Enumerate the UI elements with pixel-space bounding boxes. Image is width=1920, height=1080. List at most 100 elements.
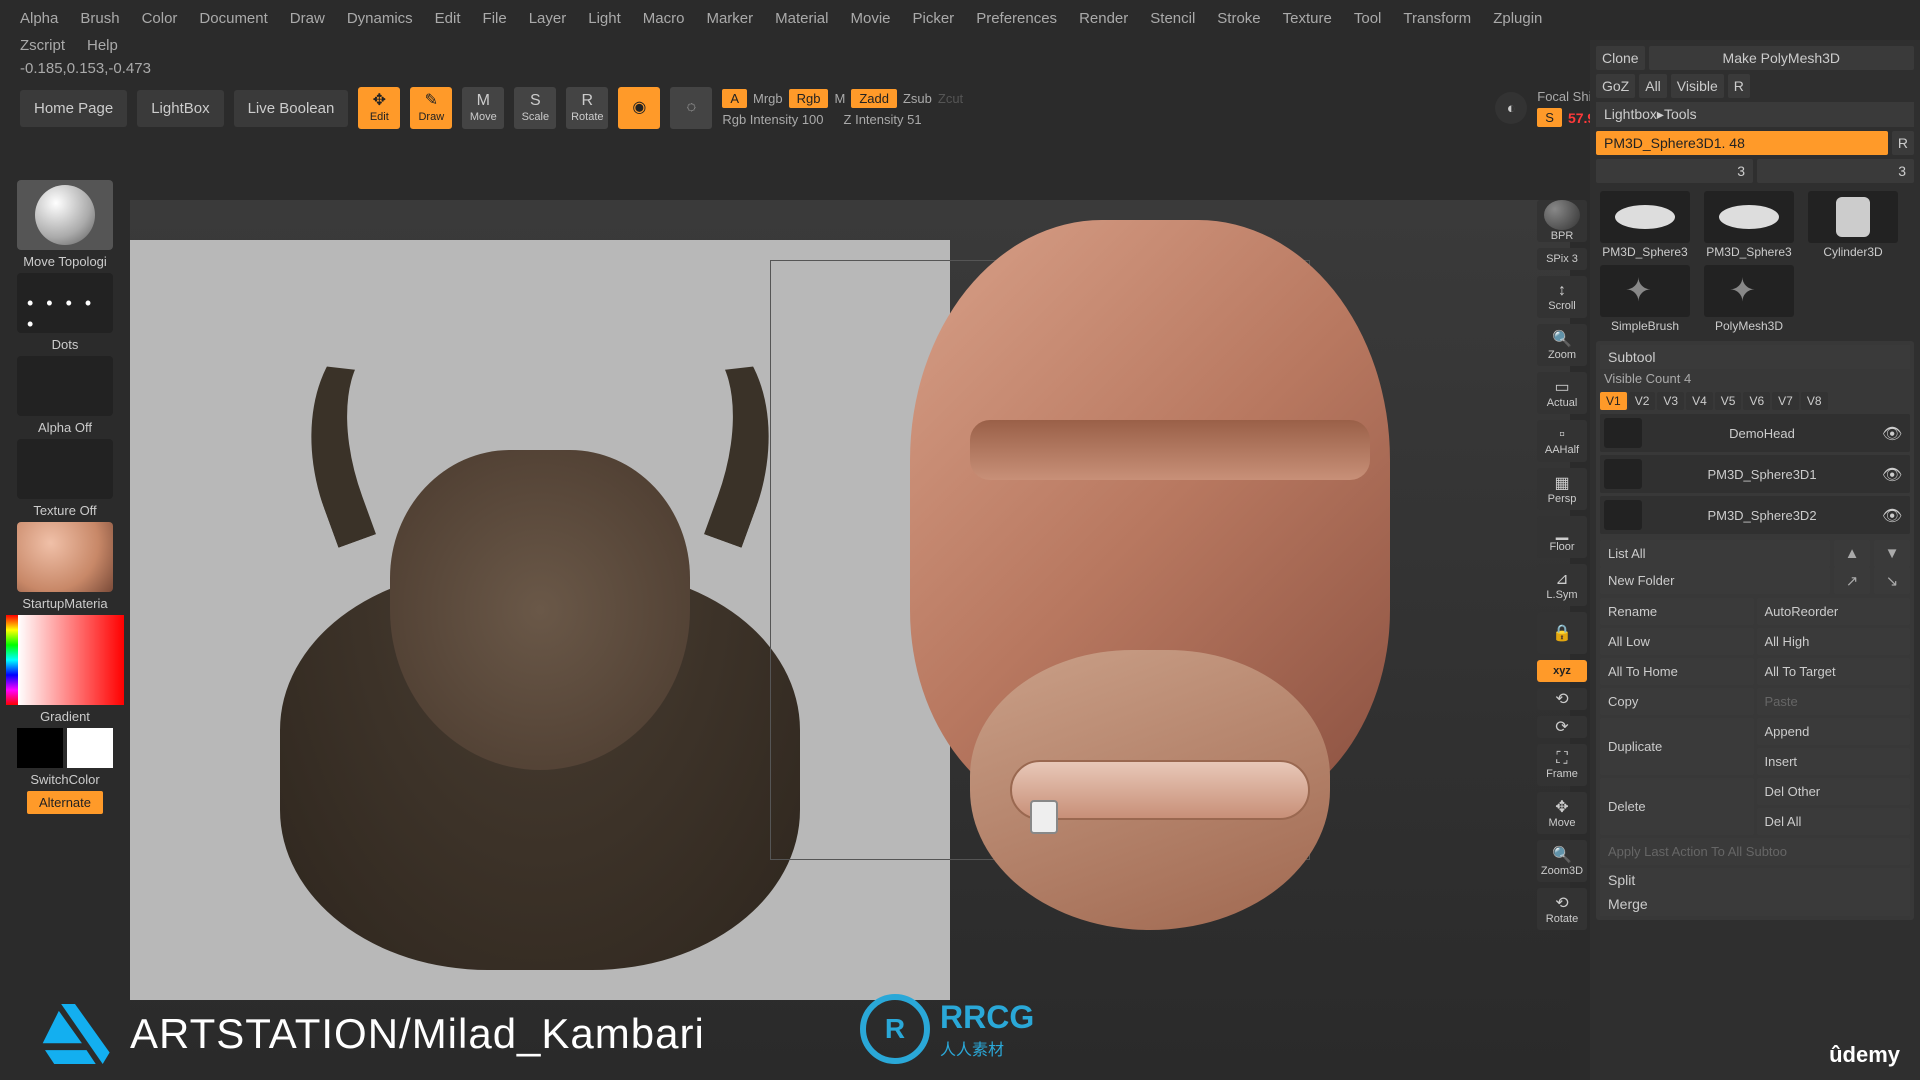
alternate-button[interactable]: Alternate	[27, 791, 103, 814]
menu-movie[interactable]: Movie	[850, 10, 890, 27]
goz-r-button[interactable]: R	[1728, 74, 1750, 98]
gradient-label[interactable]: Gradient	[40, 709, 90, 724]
menu-color[interactable]: Color	[142, 10, 178, 27]
lock-button[interactable]: 🔒	[1537, 612, 1587, 654]
xyz-toggle[interactable]: xyz	[1537, 660, 1587, 682]
zcut-toggle[interactable]: Zcut	[938, 91, 963, 106]
menu-file[interactable]: File	[483, 10, 507, 27]
brush-thumbnail[interactable]	[17, 180, 113, 250]
tool-item[interactable]: ✦PolyMesh3D	[1700, 265, 1798, 333]
sculptris-button[interactable]: ◌	[670, 87, 712, 129]
menu-layer[interactable]: Layer	[529, 10, 567, 27]
scroll-button[interactable]: ↕Scroll	[1537, 276, 1587, 318]
focal-shift-dial[interactable]: ◐	[1495, 92, 1527, 124]
make-polymesh-button[interactable]: Make PolyMesh3D	[1649, 46, 1914, 70]
move-down-folder-icon[interactable]: ↘	[1874, 567, 1910, 594]
mrgb-toggle[interactable]: Mrgb	[753, 91, 783, 106]
tool-item[interactable]: PM3D_Sphere3	[1596, 191, 1694, 259]
subtool-header[interactable]: Subtool	[1600, 345, 1910, 369]
goz-button[interactable]: GoZ	[1596, 74, 1635, 98]
primary-color-swatch[interactable]	[67, 728, 113, 768]
all-to-home-button[interactable]: All To Home	[1600, 658, 1754, 685]
menu-dynamics[interactable]: Dynamics	[347, 10, 413, 27]
sculpt-mesh[interactable]	[830, 220, 1450, 1000]
zoom-button[interactable]: 🔍Zoom	[1537, 324, 1587, 366]
zadd-toggle[interactable]: Zadd	[851, 89, 897, 108]
tool-item[interactable]: Cylinder3D	[1804, 191, 1902, 259]
arrow-up-icon[interactable]: ▲	[1834, 540, 1870, 567]
eye-icon[interactable]: 👁	[1882, 465, 1906, 483]
menu-material[interactable]: Material	[775, 10, 828, 27]
clone-button[interactable]: Clone	[1596, 46, 1645, 70]
stroke-thumbnail[interactable]	[17, 273, 113, 333]
move-mode-button[interactable]: MMove	[462, 87, 504, 129]
lightbox-button[interactable]: LightBox	[137, 90, 223, 127]
viewport-canvas[interactable]	[130, 200, 1570, 1080]
append-button[interactable]: Append	[1757, 718, 1911, 745]
menu-light[interactable]: Light	[588, 10, 621, 27]
home-page-button[interactable]: Home Page	[20, 90, 127, 127]
split-header[interactable]: Split	[1600, 868, 1910, 892]
goz-visible-button[interactable]: Visible	[1671, 74, 1724, 98]
edit-mode-button[interactable]: ✥Edit	[358, 87, 400, 129]
menu-marker[interactable]: Marker	[706, 10, 753, 27]
menu-stroke[interactable]: Stroke	[1217, 10, 1260, 27]
list-all-button[interactable]: List All	[1600, 540, 1830, 567]
duplicate-button[interactable]: Duplicate	[1600, 718, 1754, 775]
secondary-color-swatch[interactable]	[17, 728, 63, 768]
menu-zplugin[interactable]: Zplugin	[1493, 10, 1542, 27]
active-tool-field[interactable]: PM3D_Sphere3D1. 48	[1596, 131, 1888, 155]
gizmo-button[interactable]: ◉	[618, 87, 660, 129]
aahalf-button[interactable]: ▫AAHalf	[1537, 420, 1587, 462]
texture-thumbnail[interactable]	[17, 439, 113, 499]
menu-transform[interactable]: Transform	[1403, 10, 1471, 27]
menu-help[interactable]: Help	[87, 37, 118, 54]
menu-macro[interactable]: Macro	[643, 10, 685, 27]
draw-mode-button[interactable]: ✎Draw	[410, 87, 452, 129]
menu-tool[interactable]: Tool	[1354, 10, 1382, 27]
move3d-button[interactable]: ✥Move	[1537, 792, 1587, 834]
zsub-toggle[interactable]: Zsub	[903, 91, 932, 106]
m-toggle[interactable]: M	[834, 91, 845, 106]
all-to-target-button[interactable]: All To Target	[1757, 658, 1911, 685]
arrow-down-icon[interactable]: ▼	[1874, 540, 1910, 567]
alpha-thumbnail[interactable]	[17, 356, 113, 416]
move-up-folder-icon[interactable]: ↗	[1834, 567, 1870, 594]
v5-chip[interactable]: V5	[1715, 392, 1742, 410]
live-boolean-button[interactable]: Live Boolean	[234, 90, 349, 127]
local-symmetry-button[interactable]: ⊿L.Sym	[1537, 564, 1587, 606]
all-high-button[interactable]: All High	[1757, 628, 1911, 655]
a-toggle[interactable]: A	[722, 89, 747, 108]
insert-button[interactable]: Insert	[1757, 748, 1911, 775]
subtool-row[interactable]: PM3D_Sphere3D1 👁	[1600, 455, 1910, 493]
bpr-render-button[interactable]: BPR	[1537, 200, 1587, 242]
menu-document[interactable]: Document	[199, 10, 267, 27]
rotate-mode-button[interactable]: RRotate	[566, 87, 608, 129]
floor-button[interactable]: ▁Floor	[1537, 516, 1587, 558]
persp-button[interactable]: ▦Persp	[1537, 468, 1587, 510]
z-intensity-label[interactable]: Z Intensity 51	[844, 112, 922, 127]
del-other-button[interactable]: Del Other	[1757, 778, 1911, 805]
s-toggle[interactable]: S	[1537, 108, 1562, 127]
switch-color-button[interactable]: SwitchColor	[30, 772, 99, 787]
actual-button[interactable]: ▭Actual	[1537, 372, 1587, 414]
tool-r-button[interactable]: R	[1892, 131, 1914, 155]
menu-texture[interactable]: Texture	[1283, 10, 1332, 27]
auto-reorder-button[interactable]: AutoReorder	[1757, 598, 1911, 625]
subtool-row[interactable]: DemoHead 👁	[1600, 414, 1910, 452]
rename-button[interactable]: Rename	[1600, 598, 1754, 625]
menu-zscript[interactable]: Zscript	[20, 37, 65, 54]
spix-button[interactable]: SPix 3	[1537, 248, 1587, 270]
v7-chip[interactable]: V7	[1772, 392, 1799, 410]
tool-item[interactable]: PM3D_Sphere3	[1700, 191, 1798, 259]
lightbox-tools-header[interactable]: Lightbox▸Tools	[1596, 102, 1914, 127]
paste-button[interactable]: Paste	[1757, 688, 1911, 715]
color-picker[interactable]	[18, 615, 124, 705]
material-thumbnail[interactable]	[17, 522, 113, 592]
menu-draw[interactable]: Draw	[290, 10, 325, 27]
merge-header[interactable]: Merge	[1600, 892, 1910, 916]
all-low-button[interactable]: All Low	[1600, 628, 1754, 655]
scale-mode-button[interactable]: SScale	[514, 87, 556, 129]
menu-stencil[interactable]: Stencil	[1150, 10, 1195, 27]
eye-icon[interactable]: 👁	[1882, 506, 1906, 524]
